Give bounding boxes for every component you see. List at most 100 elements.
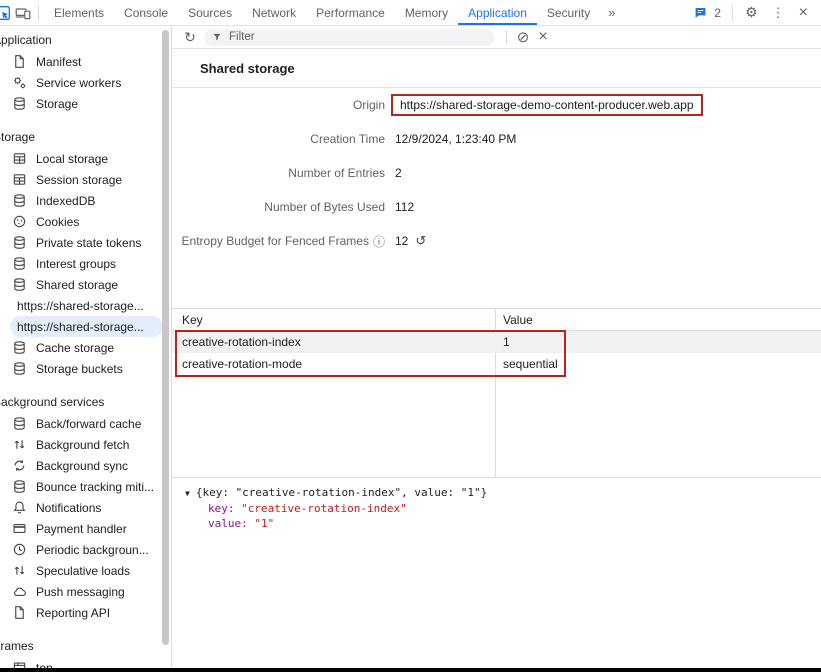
sidebar-item-back-forward-cache[interactable]: Back/forward cache — [0, 413, 171, 434]
metadata-value: 12/9/2024, 1:23:40 PM — [395, 132, 516, 146]
metadata-value-text: 12 — [395, 234, 408, 248]
metadata-row-number-of-bytes-used: Number of Bytes Used112 — [172, 190, 821, 224]
tab-application[interactable]: Application — [458, 0, 537, 25]
table-row[interactable]: creative-rotation-modesequential — [172, 353, 821, 375]
device-toolbar-icon[interactable] — [13, 3, 33, 23]
clock-icon — [11, 542, 27, 558]
sidebar-item-label: https://shared-storage... — [17, 320, 144, 334]
section-header-background-services: Background services — [0, 392, 171, 413]
panel-toolbar: ↻ ⊘ × — [172, 26, 821, 49]
arrows-updown-icon — [11, 563, 27, 579]
sidebar-item-https-shared-storage[interactable]: https://shared-storage... — [0, 295, 171, 316]
settings-gear-icon[interactable]: ⚙ — [738, 4, 765, 21]
sidebar-item-background-sync[interactable]: Background sync — [0, 455, 171, 476]
filter-funnel-icon — [212, 32, 222, 42]
sidebar-item-bounce-tracking-miti[interactable]: Bounce tracking miti... — [0, 476, 171, 497]
inspect-element-icon[interactable] — [0, 3, 13, 23]
expand-triangle-icon[interactable]: ▼ — [185, 486, 190, 501]
info-icon[interactable]: ⓘ — [373, 233, 385, 250]
sidebar-item-service-workers[interactable]: Service workers — [0, 72, 171, 93]
refresh-icon[interactable]: ↻ — [180, 29, 200, 46]
sidebar-item-label: Reporting API — [36, 606, 110, 620]
tab-memory[interactable]: Memory — [395, 0, 458, 25]
database-icon — [11, 277, 27, 293]
console-message-count: 2 — [714, 6, 721, 20]
sidebar-item-manifest[interactable]: Manifest — [0, 51, 171, 72]
table-empty-area — [172, 375, 821, 477]
sidebar-item-label: Bounce tracking miti... — [36, 480, 154, 494]
sidebar-item-label: Storage — [36, 97, 78, 111]
sidebar-item-label: Back/forward cache — [36, 417, 141, 431]
console-bubble-icon — [690, 3, 710, 23]
sidebar-item-indexeddb[interactable]: IndexedDB — [0, 190, 171, 211]
tab-security[interactable]: Security — [537, 0, 600, 25]
sidebar-item-storage-buckets[interactable]: Storage buckets — [0, 358, 171, 379]
metadata-section: Originhttps://shared-storage-demo-conten… — [172, 88, 821, 308]
cell-value: 1 — [495, 335, 821, 349]
metadata-value-text: 2 — [395, 166, 402, 180]
shared-storage-panel: ↻ ⊘ × Shared storage Originhttps://share… — [172, 26, 821, 668]
more-tabs-button[interactable]: » — [600, 0, 623, 25]
reset-budget-icon[interactable]: ↺ — [415, 233, 426, 249]
sidebar-item-cookies[interactable]: Cookies — [0, 211, 171, 232]
sidebar-item-local-storage[interactable]: Local storage — [0, 148, 171, 169]
sidebar-item-reporting-api[interactable]: Reporting API — [0, 602, 171, 623]
filter-input[interactable] — [227, 30, 486, 44]
sidebar-item-payment-handler[interactable]: Payment handler — [0, 518, 171, 539]
sidebar-item-notifications[interactable]: Notifications — [0, 497, 171, 518]
database-icon — [11, 361, 27, 377]
sidebar-item-periodic-backgroun[interactable]: Periodic backgroun... — [0, 539, 171, 560]
sidebar-item-https-shared-storage[interactable]: https://shared-storage... — [10, 316, 163, 337]
sidebar-item-label: Manifest — [36, 55, 81, 69]
preview-property: key: "creative-rotation-index" — [185, 501, 821, 516]
metadata-label-text: Origin — [353, 98, 385, 112]
tab-console[interactable]: Console — [114, 0, 178, 25]
table-icon — [11, 151, 27, 167]
database-icon — [11, 96, 27, 112]
sidebar-scrollbar-thumb[interactable] — [162, 30, 169, 645]
sidebar-item-cache-storage[interactable]: Cache storage — [0, 337, 171, 358]
sidebar-item-top[interactable]: top — [0, 657, 171, 668]
metadata-label-text: Number of Bytes Used — [264, 200, 385, 214]
column-header-value[interactable]: Value — [495, 313, 821, 327]
section-header-storage: Storage — [0, 127, 171, 148]
sidebar-item-label: top — [36, 661, 53, 669]
sidebar-item-session-storage[interactable]: Session storage — [0, 169, 171, 190]
window-bottom-edge — [0, 668, 821, 672]
sidebar-item-storage[interactable]: Storage — [0, 93, 171, 114]
column-header-key[interactable]: Key — [172, 313, 495, 327]
sidebar-item-label: Payment handler — [36, 522, 127, 536]
metadata-value-text: 12/9/2024, 1:23:40 PM — [395, 132, 516, 146]
delete-selected-icon[interactable]: × — [533, 28, 553, 46]
sidebar-item-speculative-loads[interactable]: Speculative loads — [0, 560, 171, 581]
section-header-application: Application — [0, 30, 171, 51]
block-clear-icon[interactable]: ⊘ — [513, 28, 533, 46]
property-value: "creative-rotation-index" — [241, 502, 407, 515]
devtools-tabbar: ElementsConsoleSourcesNetworkPerformance… — [0, 0, 821, 26]
tab-sources[interactable]: Sources — [178, 0, 242, 25]
database-icon — [11, 256, 27, 272]
tab-elements[interactable]: Elements — [44, 0, 114, 25]
sidebar-item-background-fetch[interactable]: Background fetch — [0, 434, 171, 455]
sidebar-item-shared-storage[interactable]: Shared storage — [0, 274, 171, 295]
sidebar-item-label: Periodic backgroun... — [36, 543, 149, 557]
bell-icon — [11, 500, 27, 516]
cell-key: creative-rotation-index — [172, 335, 495, 349]
preview-summary: {key: "creative-rotation-index", value: … — [196, 485, 487, 500]
table-icon — [11, 172, 27, 188]
sidebar-item-label: Speculative loads — [36, 564, 130, 578]
sidebar-item-private-state-tokens[interactable]: Private state tokens — [0, 232, 171, 253]
sidebar-item-interest-groups[interactable]: Interest groups — [0, 253, 171, 274]
sidebar-item-push-messaging[interactable]: Push messaging — [0, 581, 171, 602]
sidebar-item-label: Background sync — [36, 459, 128, 473]
cell-key: creative-rotation-mode — [172, 357, 495, 371]
close-devtools-icon[interactable]: × — [792, 4, 815, 22]
entry-preview-pane: ▼ {key: "creative-rotation-index", value… — [172, 478, 821, 668]
console-messages-badge[interactable]: 2 — [684, 3, 727, 23]
sidebar-item-label: Session storage — [36, 173, 122, 187]
table-row[interactable]: creative-rotation-index1 — [172, 331, 821, 353]
page-title: Shared storage — [172, 49, 821, 88]
tab-performance[interactable]: Performance — [306, 0, 395, 25]
tab-network[interactable]: Network — [242, 0, 306, 25]
more-options-kebab-icon[interactable]: ⋮ — [765, 5, 792, 21]
